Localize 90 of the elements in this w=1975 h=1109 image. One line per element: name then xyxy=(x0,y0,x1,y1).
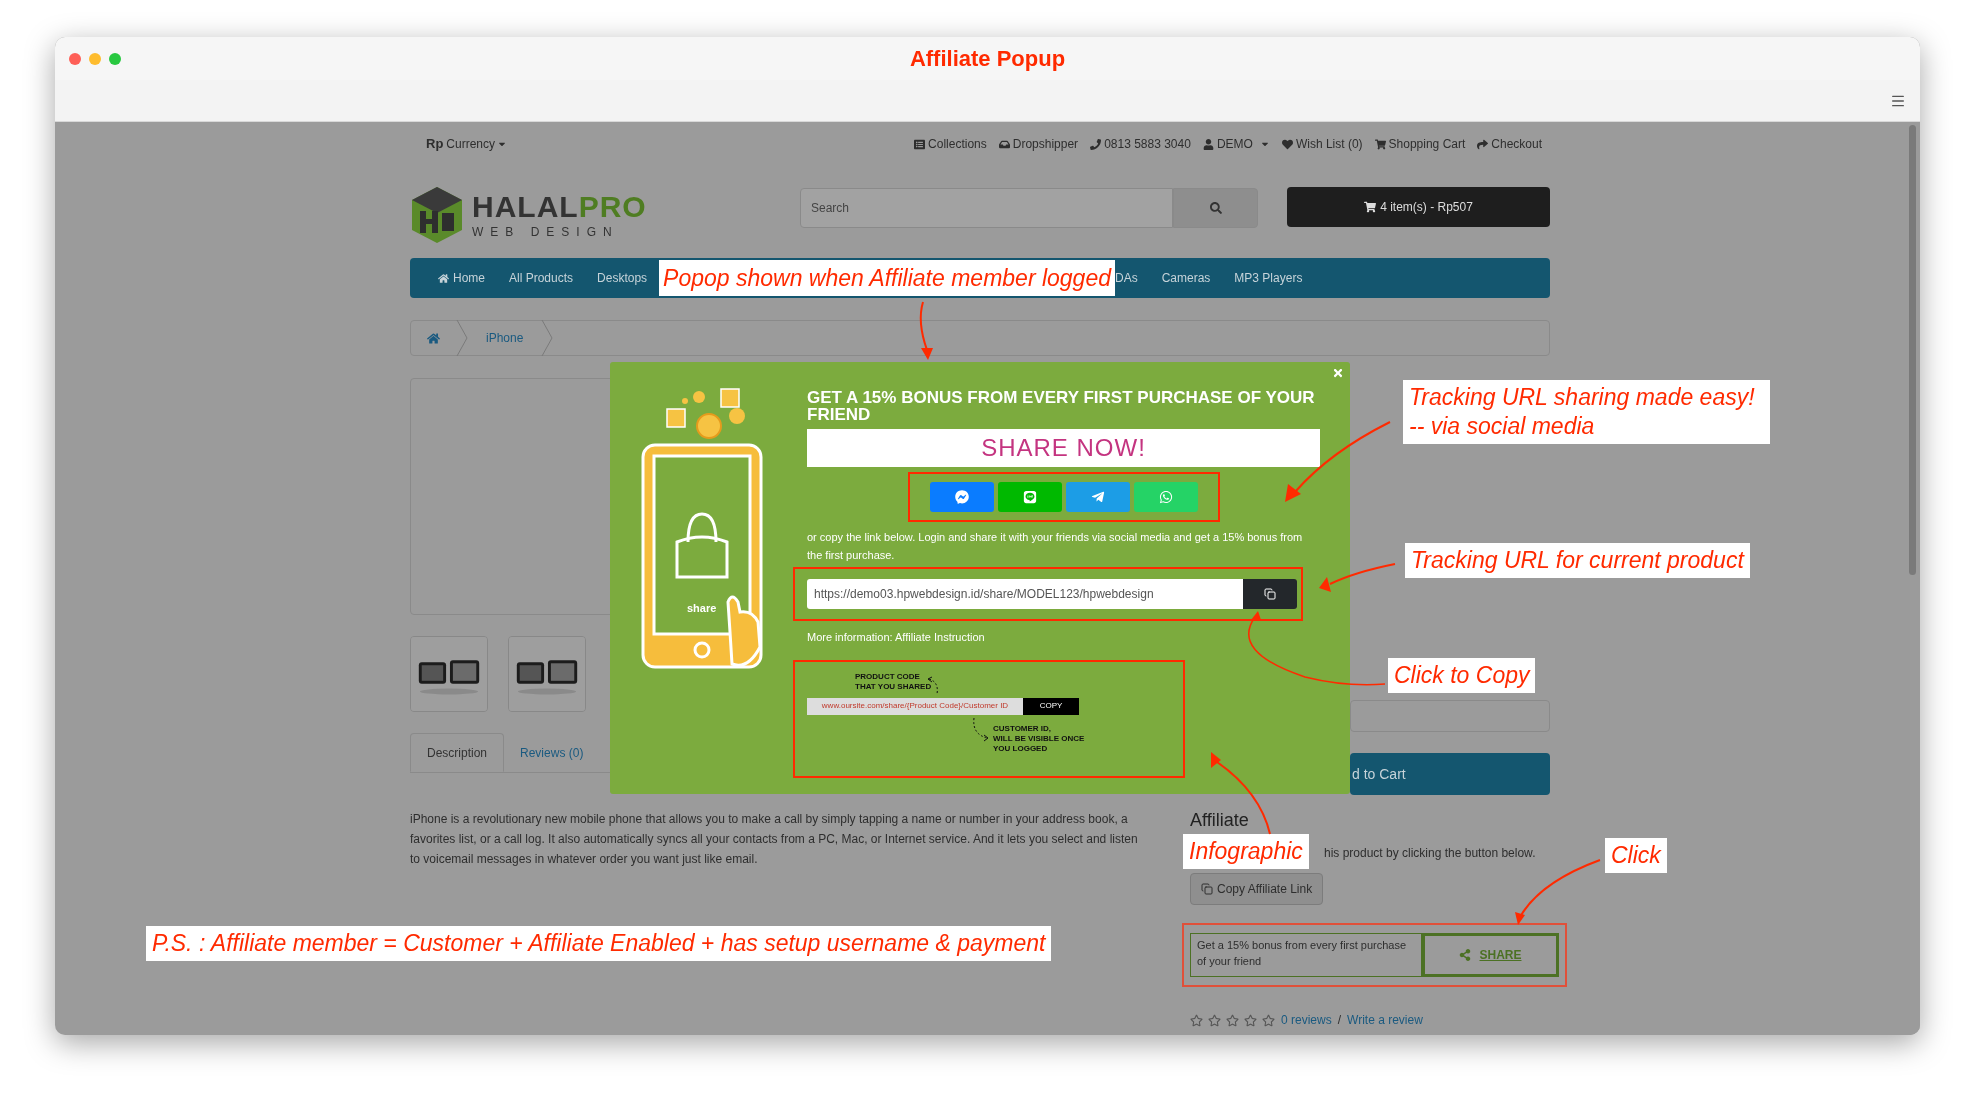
top-link[interactable]: Collections xyxy=(914,135,987,153)
social-share-button[interactable] xyxy=(997,482,1062,512)
phone-bubble-icon xyxy=(1158,490,1173,504)
nav-link[interactable]: Cameras xyxy=(1149,269,1223,287)
cart-icon xyxy=(1374,138,1386,150)
more-info-text: More information: Affiliate Instruction xyxy=(807,630,986,645)
currency-symbol: Rp xyxy=(426,135,444,154)
logo-text: HALAL xyxy=(472,192,579,222)
star-icon xyxy=(1262,1013,1275,1027)
add-to-cart-button[interactable]: d to Cart xyxy=(1350,753,1550,795)
paper-plane-icon xyxy=(1090,490,1105,504)
infographic-label: CUSTOMER ID, WILL BE VISIBLE ONCE YOU LOGGED xyxy=(993,723,1085,754)
zoom-button[interactable] xyxy=(109,52,121,65)
copy-url-button[interactable] xyxy=(1243,579,1297,609)
phone-icon xyxy=(1090,138,1102,150)
nav-link[interactable]: Home xyxy=(426,269,497,287)
top-link[interactable]: Wish List (0) xyxy=(1281,135,1363,153)
breadcrumb-chevron-icon xyxy=(541,320,554,356)
tab[interactable]: Description xyxy=(410,733,505,772)
reviews-link[interactable]: 0 reviews xyxy=(1281,1011,1332,1029)
scrollbar[interactable] xyxy=(1905,122,1920,1035)
popup-heading: GET A 15% BONUS FROM EVERY FIRST PURCHASE OF YOUR FRIEND xyxy=(807,389,1316,423)
top-link[interactable]: DEMO xyxy=(1202,135,1270,153)
annotation-arrow xyxy=(919,301,933,360)
inbox-icon xyxy=(998,138,1010,150)
breadcrumb-link[interactable]: iPhone xyxy=(468,329,542,347)
list-icon xyxy=(914,138,926,150)
home-icon xyxy=(438,272,449,284)
top-link[interactable]: Checkout xyxy=(1477,135,1542,153)
tracking-url-field[interactable]: https://demo03.hpwebdesign.id/share/MODEL123/hpwebdesign xyxy=(807,579,1243,609)
annotation-label: Infographic xyxy=(1183,834,1309,869)
infographic-label: PRODUCT CODE THAT YOU SHARED xyxy=(855,671,932,692)
annotation-label: Tracking URL sharing made easy! -- via social media xyxy=(1403,380,1770,444)
tab[interactable]: Reviews (0) xyxy=(504,733,600,772)
annotation-label: Click to Copy xyxy=(1388,658,1536,693)
star-icon xyxy=(1244,1013,1257,1027)
search-field[interactable]: Search xyxy=(800,188,1173,228)
top-link[interactable]: 0813 5883 3040 xyxy=(1090,135,1191,153)
share-caption: share xyxy=(687,602,717,614)
search-button[interactable] xyxy=(1173,188,1258,228)
share-prompt: Get a 15% bonus from every first purchase of your friend xyxy=(1190,933,1422,977)
nav-link[interactable]: All Products xyxy=(497,269,586,287)
affiliate-text: his product by clicking the button below. xyxy=(1324,845,1537,861)
chat-icon xyxy=(1022,490,1037,504)
product-description: iPhone is a revolutionary new mobile phone that allows you to make a call by simply tapping a name or number in your address book, a favorites list, or a call log. It also automatically syncs all your contacts from a PC, Mac, or Internet service. And it lets you select and listen to voicemail messages in whatever order you want just like email. xyxy=(410,811,1139,868)
close-window-button[interactable] xyxy=(69,52,81,65)
annotation-label: Click xyxy=(1605,838,1667,873)
social-share-button[interactable] xyxy=(1133,482,1198,512)
top-link[interactable]: Dropshipper xyxy=(998,135,1079,153)
top-link[interactable]: Shopping Cart xyxy=(1374,135,1466,153)
nav-link[interactable]: DAs xyxy=(1115,269,1150,287)
close-icon xyxy=(1332,367,1344,379)
star-icon xyxy=(1226,1013,1239,1027)
logo-icon xyxy=(410,185,464,245)
home-icon[interactable] xyxy=(427,331,440,345)
close-button[interactable] xyxy=(1332,367,1344,379)
copy-icon xyxy=(1201,883,1213,895)
social-share-button[interactable] xyxy=(1065,482,1130,512)
chat-bubble-icon xyxy=(954,490,969,504)
cart-button[interactable]: 4 item(s) - Rp507 xyxy=(1287,187,1550,227)
star-icon xyxy=(1190,1013,1203,1027)
infographic-url: www.oursite.com/share/{Product Code}/Customer ID xyxy=(807,697,1023,715)
separator: / xyxy=(1337,1012,1342,1029)
copy-instructions: or copy the link below. Login and share it with your friends via social media and get a 15% bonus from the first purchase. xyxy=(807,530,1304,563)
copy-icon xyxy=(1264,588,1276,600)
annotation-label: P.S. : Affiliate member = Customer + Affiliate Enabled + has setup username & payment xyxy=(146,926,1052,961)
currency-dropdown[interactable]: Currency xyxy=(446,135,508,153)
quantity-field[interactable] xyxy=(1350,700,1550,732)
share-now-banner: SHARE NOW! xyxy=(807,429,1320,467)
breadcrumb-chevron-icon xyxy=(456,320,468,356)
logo-subtitle: WEB DESIGN xyxy=(472,226,620,238)
nav-link[interactable]: Desktops xyxy=(585,269,660,287)
window-title: Affiliate Popup xyxy=(909,45,1066,73)
logo-text: PRO xyxy=(578,192,647,222)
cart-icon xyxy=(1364,201,1377,213)
nav-link[interactable]: MP3 Players xyxy=(1222,269,1315,287)
annotation-label: Tracking URL for current product xyxy=(1405,543,1750,578)
dashed-arrow-icon xyxy=(971,715,991,742)
share-arrow-icon xyxy=(1477,138,1489,150)
user-icon xyxy=(1202,138,1214,150)
social-share-button[interactable] xyxy=(929,482,994,512)
write-review-link[interactable]: Write a review xyxy=(1347,1011,1423,1029)
affiliate-heading: Affiliate xyxy=(1190,809,1250,831)
minimize-button[interactable] xyxy=(89,52,101,65)
annotation-label: Popop shown when Affiliate member logged xyxy=(659,260,1115,296)
star-icon xyxy=(1208,1013,1221,1027)
heart-icon xyxy=(1281,138,1293,150)
share-icon xyxy=(1459,949,1472,961)
copy-affiliate-link-button[interactable]: Copy Affiliate Link xyxy=(1190,873,1324,905)
search-icon xyxy=(1209,202,1222,214)
